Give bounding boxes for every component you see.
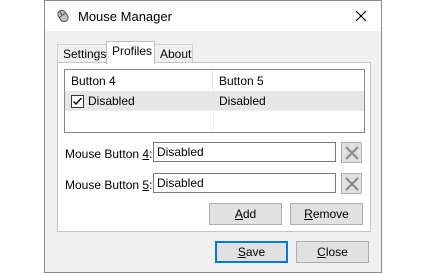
save-button[interactable]: Save <box>215 241 288 263</box>
close-button[interactable]: Close <box>296 241 369 263</box>
tab-profiles[interactable]: Profiles <box>106 41 155 64</box>
close-window-button[interactable] <box>347 4 375 28</box>
mouse-manager-window: Mouse Manager Settings Profiles About Bu… <box>44 0 382 273</box>
profiles-list[interactable]: Button 4 Button 5 Disabled Disabled <box>64 69 365 133</box>
mouse-button-5-field[interactable] <box>153 173 336 193</box>
profile-checkbox[interactable] <box>71 94 84 108</box>
list-item[interactable]: Disabled Disabled <box>65 92 364 110</box>
row-divider <box>65 110 364 111</box>
list-cell-button-5: Disabled <box>219 94 266 108</box>
tab-about[interactable]: About <box>154 44 193 63</box>
mouse-button-5-label: Mouse Button 5: <box>65 178 152 192</box>
close-button-label: lose <box>325 245 348 259</box>
title-bar[interactable]: Mouse Manager <box>45 1 381 31</box>
mouse-button-5-label-suffix: : <box>149 178 153 192</box>
mouse-button-4-label: Mouse Button 4: <box>65 147 152 161</box>
save-button-label: ave <box>245 245 266 259</box>
add-button[interactable]: Add <box>209 203 282 225</box>
column-header-button-5[interactable]: Button 5 <box>213 70 364 92</box>
mouse-button-4-field[interactable] <box>153 142 336 162</box>
checkmark-icon <box>73 97 83 105</box>
list-cell-button-4: Disabled <box>71 92 135 110</box>
profiles-panel: Button 4 Button 5 Disabled Disabled Mous… <box>57 62 371 232</box>
clear-icon <box>344 145 359 160</box>
add-button-label: dd <box>242 207 257 221</box>
clear-button-5[interactable] <box>341 173 362 194</box>
close-icon <box>355 10 367 22</box>
add-button-accel: A <box>234 207 243 221</box>
remove-button-label: emove <box>312 207 349 221</box>
mouse-button-4-label-prefix: Mouse Button <box>65 147 143 161</box>
column-header-button-4[interactable]: Button 4 <box>65 70 213 92</box>
list-header: Button 4 Button 5 <box>65 70 364 92</box>
mouse-icon <box>54 7 72 25</box>
mouse-button-5-label-prefix: Mouse Button <box>65 178 143 192</box>
window-title: Mouse Manager <box>78 9 172 24</box>
close-button-accel: C <box>317 245 326 259</box>
save-button-accel: S <box>237 245 246 259</box>
remove-button-accel: R <box>304 207 313 221</box>
clear-icon <box>344 176 359 191</box>
tab-settings[interactable]: Settings <box>57 44 107 63</box>
list-cell-button-4-text: Disabled <box>88 94 135 108</box>
mouse-button-4-label-suffix: : <box>149 147 153 161</box>
remove-button[interactable]: Remove <box>290 203 363 225</box>
clear-button-4[interactable] <box>341 142 362 163</box>
